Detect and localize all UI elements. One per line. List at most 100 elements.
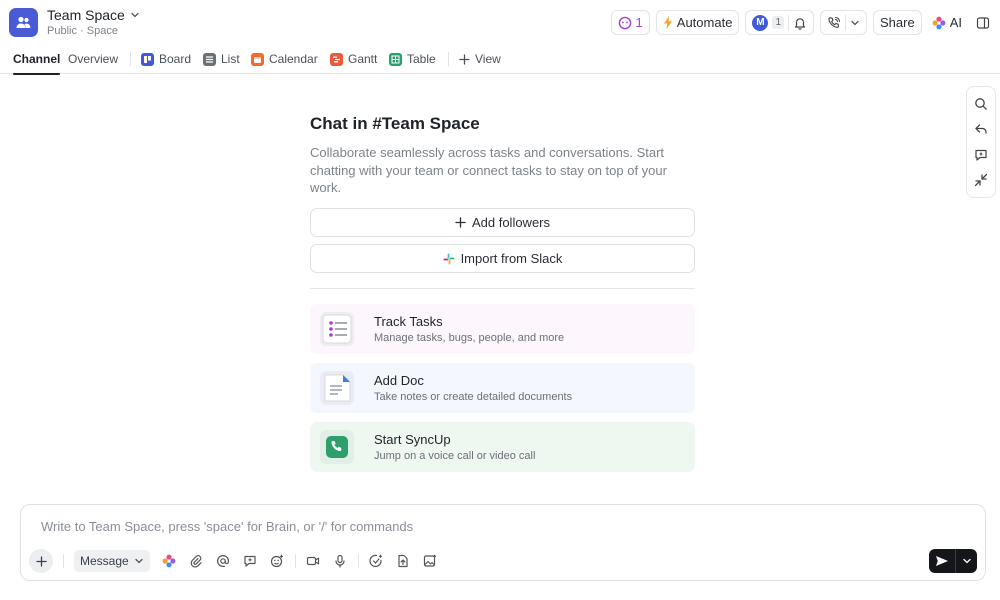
tab-label: Calendar (269, 52, 318, 66)
bell-icon[interactable] (793, 16, 807, 30)
start-syncup-card[interactable]: Start SyncUp Jump on a voice call or vid… (310, 422, 695, 472)
divider (845, 14, 846, 31)
plus-icon (455, 217, 466, 228)
people-icon (16, 16, 31, 29)
visibility-label: Public (47, 25, 77, 37)
divider (310, 288, 695, 289)
member-avatar: M (752, 14, 769, 31)
space-type-label: Space (86, 25, 118, 37)
tab-gantt[interactable]: Gantt (330, 44, 377, 74)
card-subtitle: Take notes or create detailed documents (374, 391, 573, 403)
inbox-count: 1 (635, 15, 643, 30)
space-title[interactable]: Team Space (47, 7, 140, 23)
tab-divider (448, 52, 449, 66)
card-subtitle: Jump on a voice call or video call (374, 450, 536, 462)
inbox-button[interactable]: 1 (610, 10, 650, 35)
add-view-button[interactable]: View (459, 44, 501, 74)
divider (294, 554, 296, 568)
image-plus-icon (423, 554, 437, 568)
side-toolbar (966, 86, 996, 198)
share-button[interactable]: Share (873, 10, 922, 35)
header-actions: 1 Automate M 1 Share AI (610, 10, 994, 35)
tab-overview[interactable]: Overview (68, 44, 118, 74)
ai-sparkle-icon (932, 16, 946, 30)
chat-plus-icon (243, 554, 257, 568)
card-title: Add Doc (374, 373, 424, 388)
tab-board[interactable]: Board (141, 44, 191, 74)
import-slack-label: Import from Slack (460, 251, 563, 266)
view-tabs: Channel Overview Board List Calendar Gan… (0, 44, 1000, 75)
emoji-button[interactable] (264, 549, 291, 573)
share-label: Share (880, 15, 915, 30)
card-title: Start SyncUp (374, 432, 451, 447)
collapse-icon[interactable] (974, 173, 988, 187)
chevron-down-icon (850, 18, 860, 28)
send-button[interactable] (929, 549, 977, 573)
tab-list[interactable]: List (203, 44, 240, 74)
toggle-sidebar-button[interactable] (972, 10, 994, 35)
tab-label: Overview (68, 52, 119, 66)
add-followers-button[interactable]: Add followers (310, 208, 695, 237)
attach-button[interactable] (183, 549, 210, 573)
message-type-select[interactable]: Message (74, 550, 150, 572)
chevron-down-icon (134, 556, 144, 566)
space-subtitle: Public · Space (47, 25, 118, 37)
panel-icon (976, 16, 990, 30)
video-camera-icon (306, 554, 320, 568)
message-input[interactable] (41, 519, 841, 534)
members-button[interactable]: M 1 (745, 10, 814, 35)
microphone-icon (333, 554, 347, 568)
upload-button[interactable] (390, 549, 417, 573)
channel-intro: Chat in #Team Space Collaborate seamless… (310, 114, 696, 472)
slack-icon (443, 253, 455, 265)
space-avatar[interactable] (9, 8, 38, 37)
document-icon (320, 371, 354, 405)
clip-button[interactable] (237, 549, 264, 573)
add-followers-label: Add followers (471, 215, 551, 230)
video-button[interactable] (300, 549, 327, 573)
board-icon (141, 52, 154, 66)
comment-icon[interactable] (974, 148, 988, 162)
tab-table[interactable]: Table (389, 44, 436, 74)
tab-divider (130, 52, 131, 66)
automate-button[interactable]: Automate (655, 10, 740, 35)
divider (63, 554, 64, 568)
voice-button[interactable] (327, 549, 354, 573)
member-count: 1 (772, 16, 784, 29)
syncup-phone-icon (320, 430, 354, 464)
chat-bubble-icon (618, 16, 632, 30)
upload-icon (396, 554, 410, 568)
search-icon[interactable] (974, 97, 988, 111)
reply-icon[interactable] (974, 122, 988, 136)
mention-button[interactable] (210, 549, 237, 573)
task-list-icon (320, 312, 354, 346)
message-composer: Message (20, 504, 986, 581)
tab-label: Board (159, 52, 192, 66)
composer-toolbar: Message (29, 549, 444, 573)
tab-channel[interactable]: Channel (13, 44, 61, 75)
add-attachment-button[interactable] (29, 549, 53, 573)
channel-description: Collaborate seamlessly across tasks and … (310, 145, 667, 195)
lightning-icon (663, 16, 673, 29)
paperclip-icon (189, 554, 203, 568)
import-slack-button[interactable]: Import from Slack (310, 244, 695, 273)
automate-label: Automate (676, 15, 733, 30)
task-check-icon (369, 554, 383, 568)
tab-calendar[interactable]: Calendar (251, 44, 318, 74)
tab-label: List (221, 52, 240, 66)
message-type-label: Message (80, 554, 129, 568)
tab-label: Gantt (348, 52, 378, 66)
add-item-button[interactable] (417, 549, 444, 573)
track-tasks-card[interactable]: Track Tasks Manage tasks, bugs, people, … (310, 304, 695, 354)
chevron-down-icon[interactable] (955, 549, 977, 573)
divider (788, 14, 789, 31)
emoji-icon (270, 554, 284, 568)
create-task-button[interactable] (363, 549, 390, 573)
call-button[interactable] (820, 10, 867, 35)
table-icon (389, 52, 402, 66)
ai-brain-button[interactable] (156, 549, 183, 573)
add-doc-card[interactable]: Add Doc Take notes or create detailed do… (310, 363, 695, 413)
ai-button[interactable]: AI (927, 10, 966, 35)
plus-icon (35, 555, 47, 567)
page-title: Chat in #Team Space (310, 114, 480, 133)
